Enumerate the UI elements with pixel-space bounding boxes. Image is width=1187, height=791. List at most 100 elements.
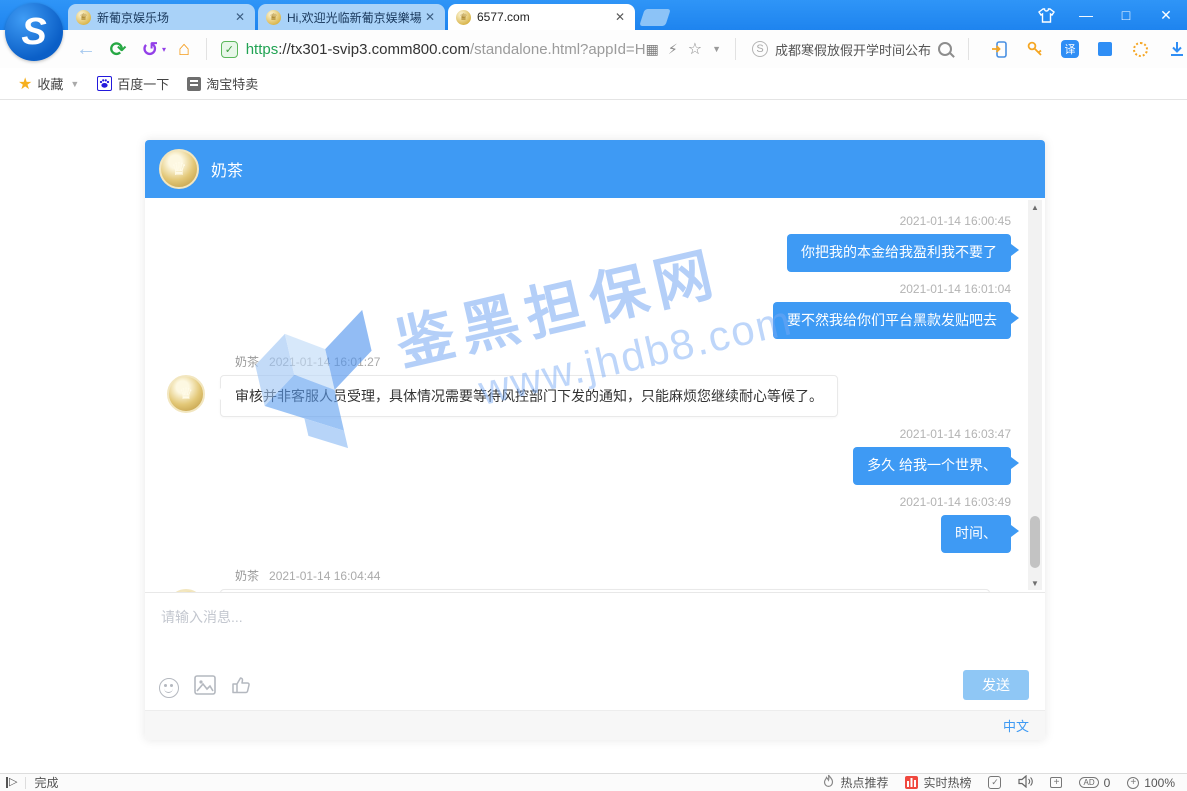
hot-recommend-label: 热点推荐 bbox=[840, 774, 888, 791]
search-box[interactable]: S 成都寒假放假开学时间公布 bbox=[744, 34, 960, 64]
translate-icon[interactable]: 译 bbox=[1061, 40, 1079, 58]
bookmark-baidu[interactable]: 百度一下 bbox=[97, 74, 169, 93]
download-icon[interactable] bbox=[1167, 39, 1187, 59]
sogou-browser-logo[interactable]: S bbox=[5, 3, 63, 61]
media-play-icon[interactable]: ▷ bbox=[6, 777, 17, 788]
minimize-button[interactable]: — bbox=[1073, 2, 1099, 28]
agent-chat-bubble: 审核并非客服人员受理，具体情况需要等待风控部门下发的通知，只能麻烦您继续耐心等候… bbox=[220, 375, 838, 417]
separator bbox=[206, 38, 207, 60]
message-group: 2021-01-14 16:03:47 多久 给我一个世界、 bbox=[167, 427, 1011, 485]
scrollbar-thumb[interactable] bbox=[1030, 516, 1040, 568]
tab-strip: ♛ 新葡京娱乐场 ✕ ♛ Hi,欢迎光临新葡京娱樂場 ✕ ♛ 6577.com … bbox=[68, 4, 668, 30]
chat-agent-name: 奶茶 bbox=[211, 157, 243, 181]
new-tab-button[interactable] bbox=[639, 9, 671, 26]
favorites-menu[interactable]: ★ 收藏 ▼ bbox=[18, 74, 79, 94]
maximize-button[interactable]: □ bbox=[1113, 2, 1139, 28]
star-icon: ★ bbox=[18, 74, 32, 94]
theme-shirt-icon[interactable] bbox=[1033, 2, 1059, 28]
flame-icon bbox=[822, 774, 835, 791]
message-timestamp: 2021-01-14 16:01:04 bbox=[167, 282, 1011, 296]
address-bar[interactable]: ✓ https://tx301-svip3.comm800.com/standa… bbox=[215, 34, 727, 64]
page-content: ♛ 奶茶 2021-01-14 16:00:45 你把我的本金给我盈利我不要了 … bbox=[0, 100, 1187, 773]
message-input[interactable] bbox=[145, 593, 1045, 645]
user-chat-bubble: 要不然我给你们平台黑款发贴吧去 bbox=[773, 302, 1011, 340]
bar-chart-icon bbox=[905, 776, 918, 789]
emoji-icon[interactable] bbox=[159, 678, 179, 698]
thumbs-up-icon[interactable] bbox=[231, 675, 251, 700]
agent-avatar: ♛ bbox=[159, 149, 199, 189]
password-key-icon[interactable] bbox=[1025, 39, 1045, 59]
flash-icon[interactable]: ⚡ bbox=[668, 41, 678, 58]
separator bbox=[968, 38, 969, 60]
browser-titlebar: ♛ 新葡京娱乐场 ✕ ♛ Hi,欢迎光临新葡京娱樂場 ✕ ♛ 6577.com … bbox=[0, 0, 1187, 30]
search-suggestion-text[interactable]: 成都寒假放假开学时间公布 bbox=[775, 40, 932, 59]
search-icon[interactable] bbox=[938, 42, 952, 56]
qr-code-icon[interactable]: ▦ bbox=[646, 41, 658, 58]
language-link[interactable]: 中文 bbox=[1003, 716, 1029, 735]
zoom-control[interactable]: + 100% bbox=[1127, 776, 1175, 790]
bookmarks-bar: ★ 收藏 ▼ 百度一下 淘宝特卖 bbox=[0, 68, 1187, 100]
chat-scrollbar[interactable]: ▲ ▼ bbox=[1028, 200, 1042, 590]
chat-footer: 中文 bbox=[145, 710, 1045, 740]
tab-close-icon[interactable]: ✕ bbox=[613, 10, 627, 24]
user-chat-bubble: 时间、 bbox=[941, 515, 1011, 553]
message-group: 2021-01-14 16:03:49 时间、 bbox=[167, 495, 1011, 553]
bookmark-taobao[interactable]: 淘宝特卖 bbox=[187, 74, 258, 93]
message-list[interactable]: 2021-01-14 16:00:45 你把我的本金给我盈利我不要了 2021-… bbox=[145, 198, 1045, 592]
tab-close-icon[interactable]: ✕ bbox=[233, 10, 247, 24]
message-timestamp: 2021-01-14 16:00:45 bbox=[167, 214, 1011, 228]
agent-message-meta: 奶茶2021-01-14 16:04:44 bbox=[235, 567, 1011, 584]
baidu-paw-icon bbox=[97, 76, 112, 91]
agent-message-meta: 奶茶2021-01-14 16:01:27 bbox=[235, 353, 1011, 370]
image-upload-icon[interactable] bbox=[194, 675, 216, 700]
bookmark-label: 淘宝特卖 bbox=[206, 74, 258, 93]
zoom-plus-icon: + bbox=[1127, 777, 1139, 789]
speaker-icon[interactable] bbox=[1018, 775, 1033, 791]
window-controls: — □ ✕ bbox=[1033, 0, 1179, 30]
back-icon[interactable]: ← bbox=[72, 35, 100, 63]
home-icon[interactable]: ⌂ bbox=[170, 35, 198, 63]
chevron-down-icon: ▼ bbox=[70, 79, 79, 89]
tab-2[interactable]: ♛ Hi,欢迎光临新葡京娱樂場 ✕ bbox=[258, 4, 445, 30]
chat-input-area: 发送 bbox=[145, 592, 1045, 710]
tab-title: 新葡京娱乐场 bbox=[97, 9, 233, 26]
page-load-status: 完成 bbox=[34, 774, 58, 791]
bookmark-label: 百度一下 bbox=[117, 74, 169, 93]
tab-3-active[interactable]: ♛ 6577.com ✕ bbox=[448, 4, 635, 30]
tab-1[interactable]: ♛ 新葡京娱乐场 ✕ bbox=[68, 4, 255, 30]
undo-icon[interactable]: ↺ bbox=[136, 35, 164, 63]
send-button[interactable]: 发送 bbox=[963, 670, 1029, 700]
user-chat-bubble: 多久 给我一个世界、 bbox=[853, 447, 1011, 485]
ad-blocker-counter[interactable]: AD 0 bbox=[1079, 776, 1110, 790]
tab-title: Hi,欢迎光临新葡京娱樂場 bbox=[287, 9, 423, 26]
scroll-down-icon[interactable]: ▼ bbox=[1028, 576, 1042, 590]
phone-sync-icon[interactable] bbox=[989, 39, 1009, 59]
message-group: 奶茶2021-01-14 16:04:44 ♛ 还请您可先行稍作休息，不时可尝试… bbox=[167, 567, 1011, 592]
agent-avatar: ♛ bbox=[167, 375, 205, 413]
crown-favicon-icon: ♛ bbox=[266, 10, 281, 25]
extensions-donut-icon[interactable] bbox=[1131, 39, 1151, 59]
zoom-level: 100% bbox=[1144, 776, 1175, 790]
tab-close-icon[interactable]: ✕ bbox=[423, 10, 437, 24]
favorites-label: 收藏 bbox=[37, 74, 63, 93]
security-check-icon[interactable]: ✓ bbox=[988, 776, 1001, 789]
sogou-search-icon: S bbox=[752, 41, 768, 57]
boss-key-icon[interactable]: + bbox=[1050, 777, 1062, 788]
tab-title: 6577.com bbox=[477, 10, 613, 24]
bookmark-star-icon[interactable]: ☆ bbox=[688, 39, 702, 59]
undo-dropdown-icon[interactable]: ▾ bbox=[162, 45, 166, 54]
message-group: 2021-01-14 16:01:04 要不然我给你们平台黑款发贴吧去 bbox=[167, 282, 1011, 340]
crown-favicon-icon: ♛ bbox=[456, 10, 471, 25]
message-group: 奶茶2021-01-14 16:01:27 ♛ 审核并非客服人员受理，具体情况需… bbox=[167, 353, 1011, 417]
tab-pages-icon[interactable] bbox=[1095, 39, 1115, 59]
refresh-icon[interactable]: ⟳ bbox=[104, 35, 132, 63]
realtime-hot-button[interactable]: 实时热榜 bbox=[905, 774, 971, 791]
scroll-up-icon[interactable]: ▲ bbox=[1028, 200, 1042, 214]
hot-recommend-button[interactable]: 热点推荐 bbox=[822, 774, 888, 791]
chevron-down-icon[interactable]: ▼ bbox=[712, 44, 721, 54]
message-group: 2021-01-14 16:00:45 你把我的本金给我盈利我不要了 bbox=[167, 214, 1011, 272]
security-shield-icon[interactable]: ✓ bbox=[221, 41, 238, 58]
close-button[interactable]: ✕ bbox=[1153, 2, 1179, 28]
separator bbox=[735, 38, 736, 60]
crown-favicon-icon: ♛ bbox=[76, 10, 91, 25]
